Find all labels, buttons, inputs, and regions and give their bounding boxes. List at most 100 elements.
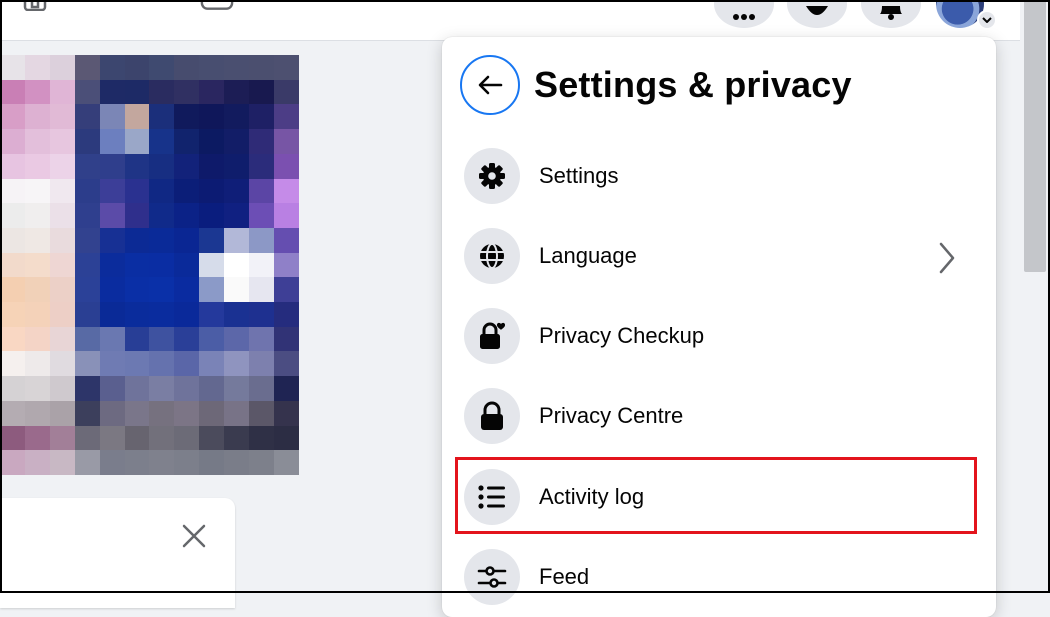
- photo-pixel: [249, 153, 275, 179]
- watch-icon[interactable]: [200, 0, 234, 14]
- photo-pixel: [149, 450, 175, 475]
- photo-pixel: [199, 55, 225, 80]
- notifications-icon[interactable]: [861, 0, 921, 28]
- photo-pixel: [24, 129, 50, 154]
- photo-pixel: [149, 400, 175, 426]
- photo-pixel: [0, 153, 25, 179]
- photo-pixel: [274, 79, 299, 105]
- photo-pixel: [99, 376, 125, 401]
- photo-pixel: [49, 302, 75, 327]
- photo-pixel: [0, 302, 25, 327]
- photo-pixel: [49, 450, 75, 475]
- photo-pixel: [149, 178, 175, 204]
- photo-pixel: [24, 79, 50, 105]
- photo-pixel: [99, 178, 125, 204]
- photo-pixel: [199, 104, 225, 130]
- photo-pixel: [199, 129, 225, 154]
- photo-pixel: [224, 203, 250, 228]
- photo-pixel: [174, 425, 200, 451]
- photo-pixel: [274, 277, 299, 303]
- home-icon[interactable]: [18, 0, 52, 14]
- photo-pixel: [174, 153, 200, 179]
- photo-pixel: [149, 425, 175, 451]
- photo-pixel: [274, 302, 299, 327]
- photo-pixel: [224, 252, 250, 278]
- photo-pixel: [224, 302, 250, 327]
- photo-pixel: [74, 376, 100, 401]
- photo-pixel: [199, 425, 225, 451]
- scrollbar-thumb[interactable]: [1024, 0, 1046, 272]
- photo-pixel: [174, 351, 200, 377]
- messenger-icon[interactable]: [787, 0, 847, 28]
- photo-pixel: [99, 302, 125, 327]
- photo-pixel: [249, 277, 275, 303]
- photo-pixel: [99, 450, 125, 475]
- photo-pixel: [74, 326, 100, 352]
- photo-pixel: [224, 425, 250, 451]
- chevron-down-icon[interactable]: [977, 10, 997, 30]
- photo-pixel: [174, 55, 200, 80]
- photo-pixel: [99, 351, 125, 377]
- photo-pixel: [74, 203, 100, 228]
- photo-pixel: [24, 153, 50, 179]
- photo-pixel: [0, 227, 25, 253]
- photo-pixel: [174, 129, 200, 154]
- close-icon[interactable]: [178, 520, 210, 552]
- photo-pixel: [199, 450, 225, 475]
- photo-pixel: [249, 351, 275, 377]
- photo-pixel: [74, 104, 100, 130]
- photo-pixel: [0, 450, 25, 475]
- menu-item-language[interactable]: Language: [464, 224, 984, 288]
- menu-item-privacy-centre[interactable]: Privacy Centre: [464, 384, 984, 448]
- menu-item-label: Feed: [539, 564, 590, 589]
- photo-pixel: [224, 400, 250, 426]
- photo-pixel: [124, 425, 150, 451]
- menu-icon[interactable]: [714, 0, 774, 28]
- photo-pixel: [99, 277, 125, 303]
- photo-pixel: [149, 104, 175, 130]
- photo-pixel: [99, 129, 125, 154]
- photo-pixel: [99, 252, 125, 278]
- photo-pixel: [174, 400, 200, 426]
- menu-item-feed[interactable]: Feed: [464, 545, 984, 609]
- photo-pixel: [149, 351, 175, 377]
- photo-pixel: [124, 79, 150, 105]
- photo-pixel: [174, 104, 200, 130]
- photo-pixel: [199, 351, 225, 377]
- menu-item-label: Privacy Checkup: [539, 323, 705, 348]
- photo-pixel: [249, 425, 275, 451]
- photo-pixel: [24, 326, 50, 352]
- photo-pixel: [74, 79, 100, 105]
- photo-pixel: [149, 153, 175, 179]
- photo-pixel: [24, 302, 50, 327]
- photo-pixel: [49, 252, 75, 278]
- photo-pixel: [249, 104, 275, 130]
- photo-pixel: [49, 79, 75, 105]
- photo-pixel: [99, 55, 125, 80]
- photo-pixel: [274, 227, 299, 253]
- photo-pixel: [249, 203, 275, 228]
- photo-pixel: [174, 203, 200, 228]
- back-button[interactable]: [460, 55, 520, 115]
- photo-pixel: [124, 104, 150, 130]
- photo-pixel: [49, 277, 75, 303]
- photo-pixel: [199, 153, 225, 179]
- photo-pixel: [174, 376, 200, 401]
- photo-pixel: [24, 351, 50, 377]
- photo-pixel: [49, 178, 75, 204]
- photo-pixel: [24, 227, 50, 253]
- photo-pixel: [224, 227, 250, 253]
- menu-item-settings[interactable]: Settings: [464, 144, 984, 208]
- photo-pixel: [224, 55, 250, 80]
- photo-pixel: [274, 55, 299, 80]
- photo-pixel: [174, 178, 200, 204]
- photo-pixel: [49, 129, 75, 154]
- photo-pixel: [24, 252, 50, 278]
- photo-pixel: [0, 252, 25, 278]
- photo-pixel: [274, 376, 299, 401]
- photo-pixel: [174, 79, 200, 105]
- photo-pixel: [24, 425, 50, 451]
- menu-item-privacy-checkup[interactable]: Privacy Checkup: [464, 304, 984, 368]
- photo-pixel: [274, 351, 299, 377]
- menu-item-label: Settings: [539, 163, 619, 188]
